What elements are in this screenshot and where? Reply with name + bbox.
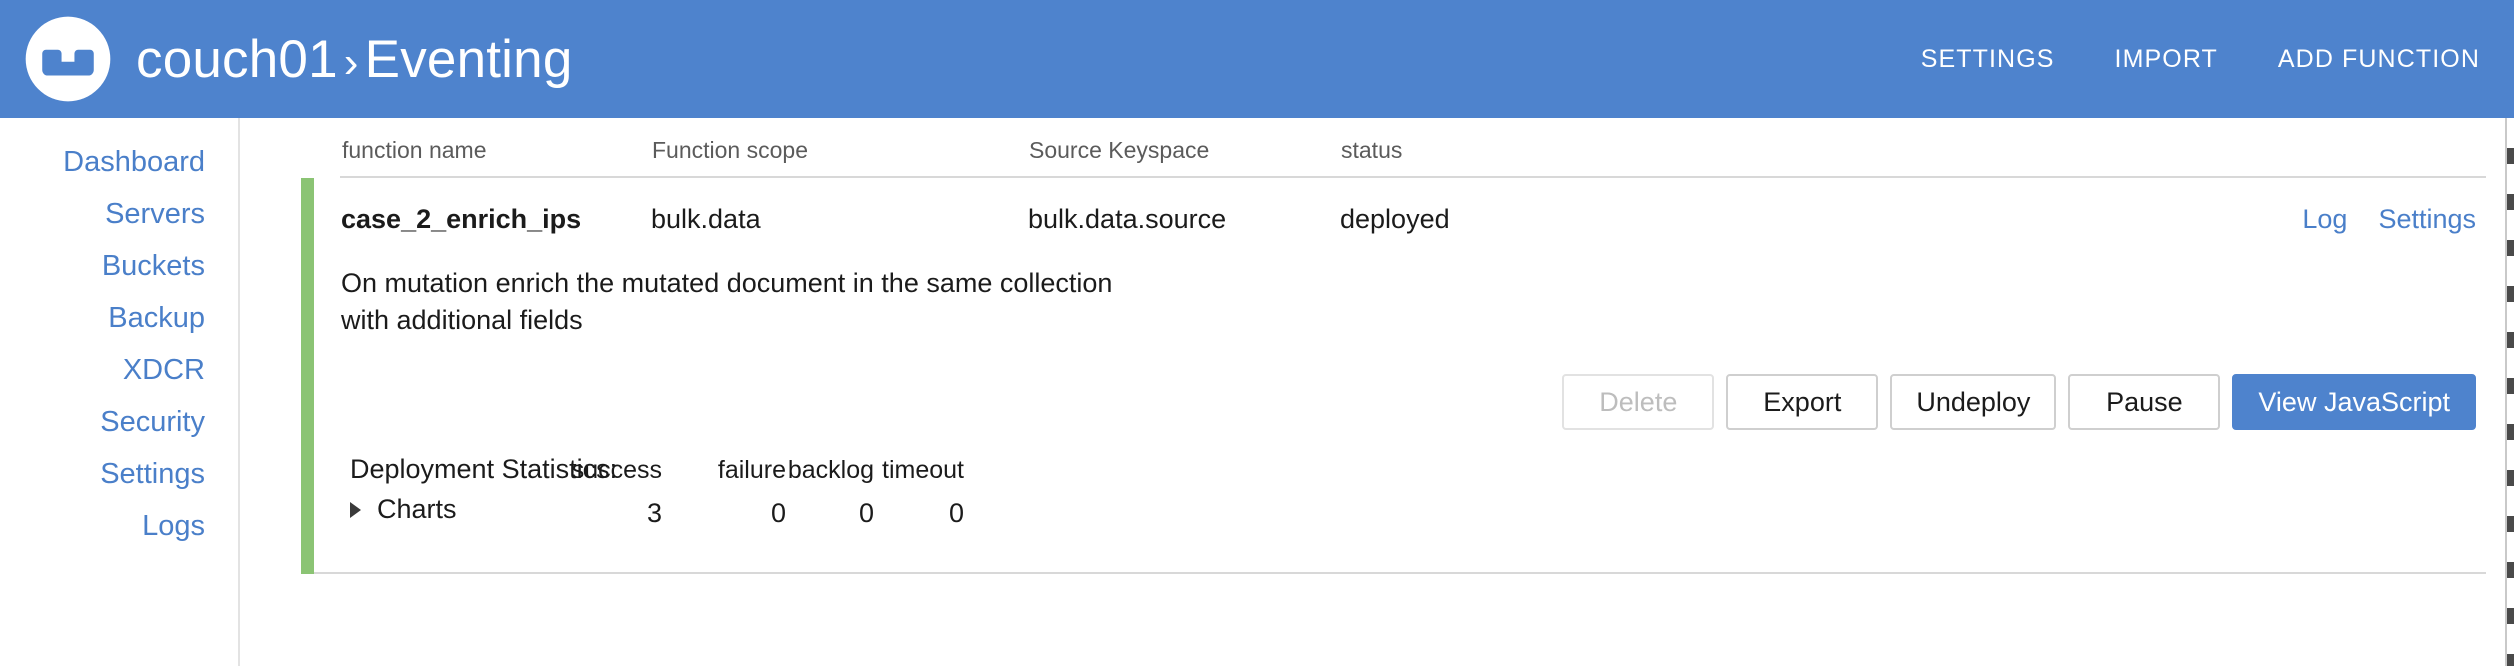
- stat-value-timeout: 0: [834, 500, 964, 527]
- brand: couch01›Eventing: [0, 13, 573, 105]
- function-link-log[interactable]: Log: [2302, 206, 2347, 233]
- export-button[interactable]: Export: [1726, 374, 1878, 430]
- header-link-add-function[interactable]: ADD FUNCTION: [2278, 45, 2480, 74]
- function-link-settings[interactable]: Settings: [2378, 206, 2476, 233]
- view-javascript-button[interactable]: View JavaScript: [2232, 374, 2476, 430]
- couchbase-logo-icon: [22, 13, 114, 105]
- sidebar-item-servers[interactable]: Servers: [0, 200, 238, 229]
- sidebar-item-dashboard[interactable]: Dashboard: [0, 148, 238, 177]
- caret-right-icon: [350, 502, 361, 518]
- app-header: couch01›Eventing SETTINGS IMPORT ADD FUN…: [0, 0, 2514, 118]
- function-name: case_2_enrich_ips: [341, 206, 581, 233]
- sidebar: Dashboard Servers Buckets Backup XDCR Se…: [0, 118, 240, 666]
- function-links: Log Settings: [2271, 206, 2476, 233]
- function-source-keyspace: bulk.data.source: [1028, 206, 1226, 233]
- breadcrumb: couch01›Eventing: [136, 33, 573, 86]
- breadcrumb-section: Eventing: [365, 30, 573, 89]
- main-content: function name Function scope Source Keys…: [240, 118, 2514, 666]
- stat-header-timeout: timeout: [834, 458, 964, 483]
- sidebar-item-xdcr[interactable]: XDCR: [0, 356, 238, 385]
- sidebar-item-buckets[interactable]: Buckets: [0, 252, 238, 281]
- column-header-source-keyspace: Source Keyspace: [1029, 139, 1209, 162]
- function-action-buttons: Delete Export Undeploy Pause View JavaSc…: [314, 338, 2486, 430]
- sidebar-item-backup[interactable]: Backup: [0, 304, 238, 333]
- pause-button[interactable]: Pause: [2068, 374, 2220, 430]
- column-header-status: status: [1341, 139, 1402, 162]
- breadcrumb-cluster[interactable]: couch01: [136, 30, 338, 89]
- header-link-settings[interactable]: SETTINGS: [1921, 45, 2055, 74]
- function-summary-row: case_2_enrich_ips bulk.data bulk.data.so…: [314, 178, 2486, 250]
- function-status: deployed: [1340, 206, 1450, 233]
- function-card: case_2_enrich_ips bulk.data bulk.data.so…: [301, 178, 2486, 574]
- function-scope: bulk.data: [651, 206, 761, 233]
- function-description: On mutation enrich the mutated document …: [314, 250, 1131, 338]
- sidebar-item-security[interactable]: Security: [0, 408, 238, 437]
- sidebar-item-settings[interactable]: Settings: [0, 460, 238, 489]
- stat-header-success: success: [522, 458, 662, 483]
- eventing-page: couch01›Eventing SETTINGS IMPORT ADD FUN…: [0, 0, 2514, 666]
- undeploy-button[interactable]: Undeploy: [1890, 374, 2056, 430]
- column-header-function-scope: Function scope: [652, 139, 808, 162]
- table-header-row: function name Function scope Source Keys…: [240, 118, 2514, 178]
- sidebar-item-logs[interactable]: Logs: [0, 512, 238, 541]
- stat-value-success: 3: [522, 500, 662, 527]
- charts-toggle[interactable]: Charts: [350, 496, 457, 523]
- deployment-statistics: Deployment Statistics: success failure b…: [314, 456, 2486, 574]
- delete-button[interactable]: Delete: [1562, 374, 1714, 430]
- card-bottom-divider: [314, 572, 2486, 574]
- breadcrumb-separator-icon: ›: [338, 38, 365, 87]
- column-header-function-name: function name: [342, 139, 486, 162]
- charts-label: Charts: [377, 496, 457, 523]
- clipped-right-edge-content: [2505, 118, 2514, 666]
- header-link-import[interactable]: IMPORT: [2115, 45, 2218, 74]
- header-nav: SETTINGS IMPORT ADD FUNCTION: [1861, 45, 2514, 74]
